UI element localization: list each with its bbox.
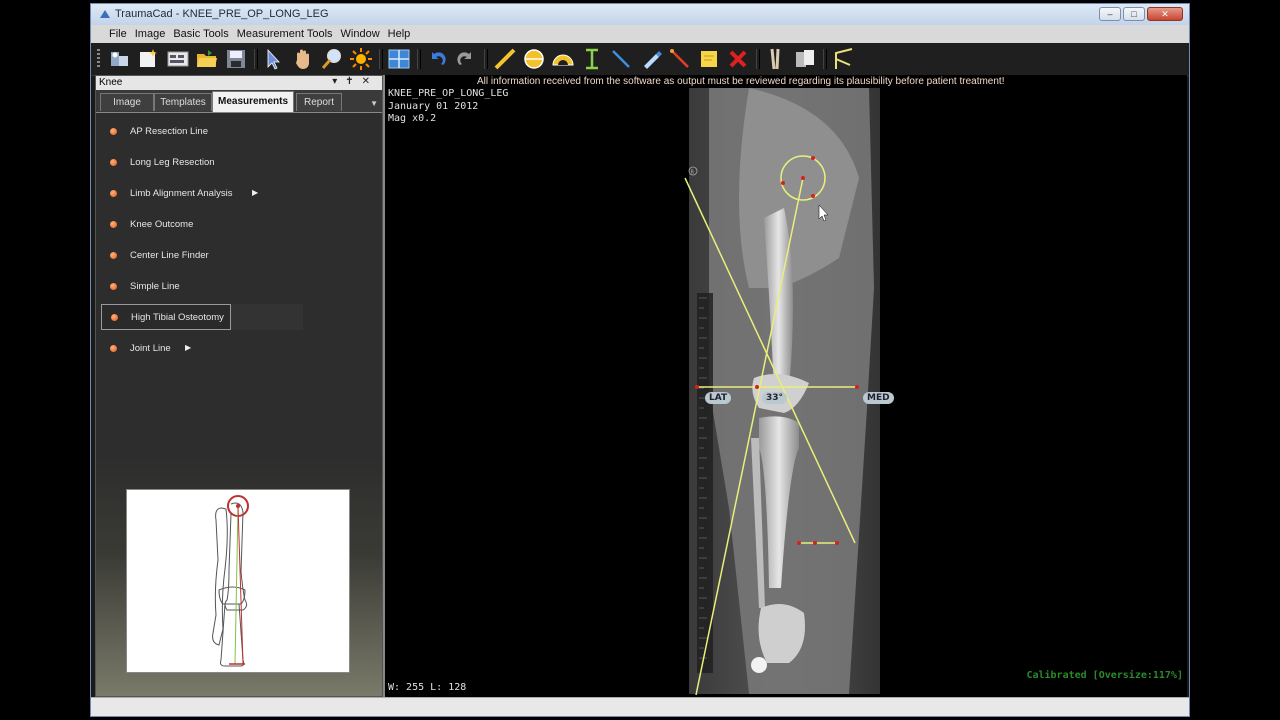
red-line-icon[interactable] xyxy=(668,47,692,71)
mouse-cursor-icon xyxy=(818,204,829,222)
status-bar xyxy=(91,697,1189,716)
main-toolbar xyxy=(91,43,1189,76)
mechanical-axis-line xyxy=(684,177,856,544)
zoom-icon[interactable] xyxy=(320,47,344,71)
menu-bar: File Image Basic Tools Measurement Tools… xyxy=(91,25,1189,44)
submenu-arrow-icon: ▶ xyxy=(185,343,192,352)
list-item-long-leg-resection[interactable]: Long Leg Resection xyxy=(101,150,307,176)
angle-label: 33° xyxy=(762,392,788,404)
new-case-icon[interactable] xyxy=(136,47,160,71)
app-window: TraumaCad - KNEE_PRE_OP_LONG_LEG – □ ✕ F… xyxy=(90,3,1190,717)
blue-line-icon[interactable] xyxy=(609,47,633,71)
study-info: KNEE_PRE_OP_LONG_LEG January 01 2012 Mag… xyxy=(388,88,508,126)
bullet-icon xyxy=(110,159,117,166)
bullet-icon xyxy=(110,252,117,259)
list-item-joint-line[interactable]: Joint Line ▶ xyxy=(101,336,307,362)
list-item-simple-line[interactable]: Simple Line xyxy=(101,274,307,300)
menu-help[interactable]: Help xyxy=(384,28,415,40)
lat-label: LAT xyxy=(705,392,732,404)
length-tool-icon[interactable] xyxy=(580,47,604,71)
window-title: TraumaCad - KNEE_PRE_OP_LONG_LEG xyxy=(115,8,329,20)
redo-icon[interactable] xyxy=(454,47,478,71)
knee-panel: Knee ▾✝✕ Image Templates Measurements Re… xyxy=(95,75,383,697)
tab-image[interactable]: Image xyxy=(100,93,154,111)
med-label: MED xyxy=(863,392,894,404)
panel-controls[interactable]: ▾✝✕ xyxy=(332,76,378,87)
marker-icon[interactable] xyxy=(639,47,663,71)
list-item-ap-resection-line[interactable]: AP Resection Line xyxy=(101,119,307,145)
osteotomy-icon[interactable] xyxy=(832,47,856,71)
layout-grid-icon[interactable] xyxy=(387,47,411,71)
note-icon[interactable] xyxy=(697,47,721,71)
study-name: KNEE_PRE_OP_LONG_LEG xyxy=(388,88,509,99)
line-tool-icon[interactable] xyxy=(493,47,517,71)
bullet-icon xyxy=(111,314,118,321)
selection-highlight xyxy=(231,304,303,330)
menu-file[interactable]: File xyxy=(105,28,131,40)
list-item-high-tibial-osteotomy[interactable]: High Tibial Osteotomy xyxy=(101,304,231,330)
panel-title: Knee xyxy=(99,77,123,88)
brightness-icon[interactable] xyxy=(349,47,373,71)
save-icon[interactable] xyxy=(224,47,248,71)
menu-basic-tools[interactable]: Basic Tools xyxy=(169,28,232,40)
bullet-icon xyxy=(110,190,117,197)
cut-icon[interactable] xyxy=(793,47,817,71)
pan-hand-icon[interactable] xyxy=(291,47,315,71)
study-date: January 01 2012 xyxy=(388,100,479,112)
protractor-icon[interactable] xyxy=(551,47,575,71)
calibration-status: Calibrated [Oversize:117%] xyxy=(1026,670,1183,681)
menu-image[interactable]: Image xyxy=(131,28,170,40)
list-item-knee-outcome[interactable]: Knee Outcome xyxy=(101,212,307,238)
minimize-button[interactable]: – xyxy=(1099,7,1121,21)
image-browser-icon[interactable] xyxy=(166,47,190,71)
tab-menu-icon[interactable]: ▼ xyxy=(370,99,378,108)
undo-icon[interactable] xyxy=(425,47,449,71)
bullet-icon xyxy=(110,283,117,290)
menu-measurement-tools[interactable]: Measurement Tools xyxy=(233,28,337,40)
plausibility-warning: All information received from the softwa… xyxy=(477,76,1005,87)
open-folder-icon[interactable] xyxy=(195,47,219,71)
toolbar-grip[interactable] xyxy=(97,49,100,69)
menu-window[interactable]: Window xyxy=(337,28,384,40)
panel-tabs: Image Templates Measurements Report ▼ xyxy=(96,90,382,113)
r-marker: R xyxy=(691,170,695,176)
tab-measurements[interactable]: Measurements xyxy=(212,91,294,112)
panel-header: Knee ▾✝✕ xyxy=(96,76,382,90)
close-button[interactable]: ✕ xyxy=(1147,7,1183,21)
magnification: Mag x0.2 xyxy=(388,113,437,124)
bullet-icon xyxy=(110,345,117,352)
list-item-center-line-finder[interactable]: Center Line Finder xyxy=(101,243,307,269)
image-viewer[interactable]: R LAT 33° MED All information received f… xyxy=(385,75,1187,697)
tab-templates[interactable]: Templates xyxy=(154,93,212,111)
submenu-arrow-icon: ▶ xyxy=(252,188,259,197)
list-item-limb-alignment-analysis[interactable]: Limb Alignment Analysis ▶ xyxy=(101,181,307,207)
measurement-overlay: R xyxy=(684,155,859,696)
circle-tool-icon[interactable] xyxy=(522,47,546,71)
tibial-axis-line xyxy=(695,177,804,696)
maximize-button[interactable]: □ xyxy=(1123,7,1145,21)
templates-icon[interactable] xyxy=(764,47,788,71)
pointer-icon[interactable] xyxy=(261,47,285,71)
title-bar[interactable]: TraumaCad - KNEE_PRE_OP_LONG_LEG – □ ✕ xyxy=(91,4,1189,26)
window-level: W: 255 L: 128 xyxy=(388,682,467,693)
app-icon xyxy=(100,10,110,18)
bullet-icon xyxy=(110,221,117,228)
delete-icon[interactable] xyxy=(726,47,750,71)
leg-diagram-preview xyxy=(126,489,350,673)
bullet-icon xyxy=(110,128,117,135)
patient-icon[interactable] xyxy=(108,47,132,71)
tab-report[interactable]: Report xyxy=(296,93,342,111)
